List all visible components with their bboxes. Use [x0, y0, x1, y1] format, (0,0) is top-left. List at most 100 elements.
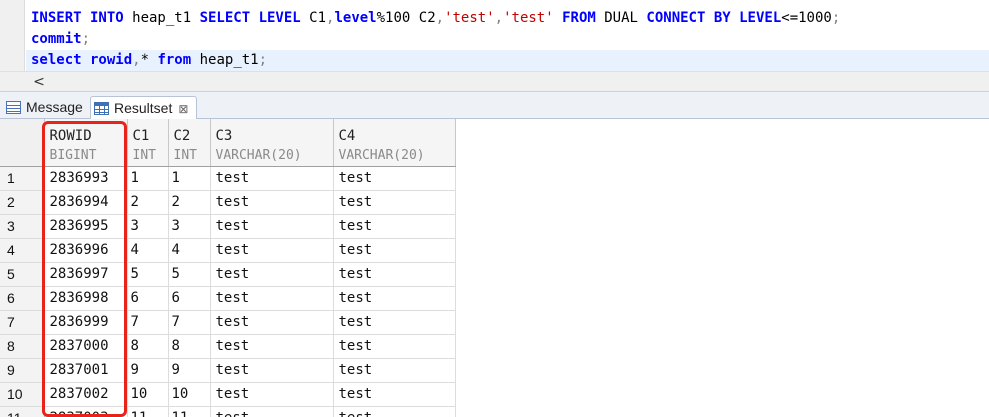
c2-cell[interactable]: 3 — [168, 214, 211, 239]
c3-cell[interactable]: test — [210, 334, 334, 359]
row-number[interactable]: 10 — [0, 382, 45, 407]
table-row[interactable]: 10 2837002 10 10 test test — [0, 382, 456, 407]
rowid-cell[interactable]: 2837000 — [44, 334, 128, 359]
code-text: <=1000 — [781, 10, 832, 26]
c4-cell[interactable]: test — [333, 310, 456, 335]
result-grid[interactable]: ROWID BIGINT C1 INT C2 INT C3 VARCHAR(20) C4… — [0, 119, 989, 417]
c3-cell[interactable]: test — [210, 190, 334, 215]
row-number[interactable]: 11 — [0, 406, 45, 417]
column-header-c1[interactable]: C1 INT — [127, 119, 169, 167]
table-row[interactable]: 1 2836993 1 1 test test — [0, 166, 456, 191]
c2-cell[interactable]: 4 — [168, 238, 211, 263]
horizontal-scrollbar[interactable]: < — [0, 71, 989, 92]
c4-cell[interactable]: test — [333, 262, 456, 287]
c4-cell[interactable]: test — [333, 382, 456, 407]
c3-cell[interactable]: test — [210, 238, 334, 263]
c2-cell[interactable]: 11 — [168, 406, 211, 417]
table-row[interactable]: 6 2836998 6 6 test test — [0, 286, 456, 311]
table-row[interactable]: 5 2836997 5 5 test test — [0, 262, 456, 287]
code-text: %100 C2 — [376, 10, 436, 26]
c1-cell[interactable]: 4 — [127, 238, 169, 263]
rowid-cell[interactable]: 2836996 — [44, 238, 128, 263]
c1-cell[interactable]: 10 — [127, 382, 169, 407]
c3-cell[interactable]: test — [210, 358, 334, 383]
rowid-cell[interactable]: 2836999 — [44, 310, 128, 335]
c4-cell[interactable]: test — [333, 166, 456, 191]
c1-cell[interactable]: 2 — [127, 190, 169, 215]
c4-cell[interactable]: test — [333, 358, 456, 383]
c4-cell[interactable]: test — [333, 238, 456, 263]
c1-cell[interactable]: 1 — [127, 166, 169, 191]
c1-cell[interactable]: 7 — [127, 310, 169, 335]
code-line-insert[interactable]: INSERT INTO heap_t1 SELECT LEVEL C1, leve… — [31, 8, 840, 29]
c3-cell[interactable]: test — [210, 262, 334, 287]
c1-cell[interactable]: 11 — [127, 406, 169, 417]
column-type: VARCHAR(20) — [338, 148, 425, 163]
code-line-select[interactable]: select rowid,* from heap_t1; — [26, 50, 989, 71]
c3-cell[interactable]: test — [210, 406, 334, 417]
c1-cell[interactable]: 8 — [127, 334, 169, 359]
table-row[interactable]: 3 2836995 3 3 test test — [0, 214, 456, 239]
c4-cell[interactable]: test — [333, 214, 456, 239]
c4-cell[interactable]: test — [333, 286, 456, 311]
c1-cell[interactable]: 6 — [127, 286, 169, 311]
c1-cell[interactable]: 3 — [127, 214, 169, 239]
close-icon[interactable]: ⊠ — [178, 102, 188, 116]
c2-cell[interactable]: 5 — [168, 262, 211, 287]
table-row[interactable]: 2 2836994 2 2 test test — [0, 190, 456, 215]
rowid-cell[interactable]: 2836994 — [44, 190, 128, 215]
c3-cell[interactable]: test — [210, 382, 334, 407]
c2-cell[interactable]: 6 — [168, 286, 211, 311]
c1-cell[interactable]: 9 — [127, 358, 169, 383]
row-number[interactable]: 6 — [0, 286, 45, 311]
row-number[interactable]: 5 — [0, 262, 45, 287]
keyword: SELECT LEVEL — [199, 10, 301, 26]
code-line-commit[interactable]: commit; — [31, 29, 90, 50]
row-number[interactable]: 4 — [0, 238, 45, 263]
message-icon — [6, 101, 21, 114]
rowid-cell[interactable]: 2836998 — [44, 286, 128, 311]
c4-cell[interactable]: test — [333, 190, 456, 215]
column-header-rowid[interactable]: ROWID BIGINT — [44, 119, 128, 167]
sql-editor[interactable]: INSERT INTO heap_t1 SELECT LEVEL C1, leve… — [0, 0, 989, 72]
row-number[interactable]: 2 — [0, 190, 45, 215]
tab-message[interactable]: Message — [6, 96, 83, 119]
c4-cell[interactable]: test — [333, 334, 456, 359]
c2-cell[interactable]: 1 — [168, 166, 211, 191]
c3-cell[interactable]: test — [210, 310, 334, 335]
tab-label: Message — [26, 99, 83, 115]
column-header-c4[interactable]: C4 VARCHAR(20) — [333, 119, 456, 167]
c2-cell[interactable]: 8 — [168, 334, 211, 359]
table-row[interactable]: 9 2837001 9 9 test test — [0, 358, 456, 383]
row-number-header[interactable] — [0, 119, 45, 167]
row-number[interactable]: 7 — [0, 310, 45, 335]
c3-cell[interactable]: test — [210, 286, 334, 311]
c2-cell[interactable]: 2 — [168, 190, 211, 215]
rowid-cell[interactable]: 2836997 — [44, 262, 128, 287]
c2-cell[interactable]: 9 — [168, 358, 211, 383]
rowid-cell[interactable]: 2837002 — [44, 382, 128, 407]
table-row[interactable]: 7 2836999 7 7 test test — [0, 310, 456, 335]
table-row[interactable]: 8 2837000 8 8 test test — [0, 334, 456, 359]
table-row[interactable]: 4 2836996 4 4 test test — [0, 238, 456, 263]
row-number[interactable]: 8 — [0, 334, 45, 359]
c2-cell[interactable]: 7 — [168, 310, 211, 335]
c3-cell[interactable]: test — [210, 214, 334, 239]
row-number[interactable]: 1 — [0, 166, 45, 191]
c1-cell[interactable]: 5 — [127, 262, 169, 287]
column-header-c2[interactable]: C2 INT — [168, 119, 211, 167]
row-number[interactable]: 3 — [0, 214, 45, 239]
rowid-cell[interactable]: 2837001 — [44, 358, 128, 383]
c3-cell[interactable]: test — [210, 166, 334, 191]
column-header-c3[interactable]: C3 VARCHAR(20) — [210, 119, 334, 167]
table-row[interactable]: 1128370031111testtest — [0, 406, 456, 417]
row-number[interactable]: 9 — [0, 358, 45, 383]
c2-cell[interactable]: 10 — [168, 382, 211, 407]
result-table: ROWID BIGINT C1 INT C2 INT C3 VARCHAR(20) C4… — [0, 119, 456, 417]
tab-resultset[interactable]: Resultset ⊠ — [90, 96, 198, 120]
scroll-left-arrow-icon[interactable]: < — [30, 73, 48, 91]
rowid-cell[interactable]: 2837003 — [44, 406, 128, 417]
c4-cell[interactable]: test — [333, 406, 456, 417]
rowid-cell[interactable]: 2836993 — [44, 166, 128, 191]
rowid-cell[interactable]: 2836995 — [44, 214, 128, 239]
